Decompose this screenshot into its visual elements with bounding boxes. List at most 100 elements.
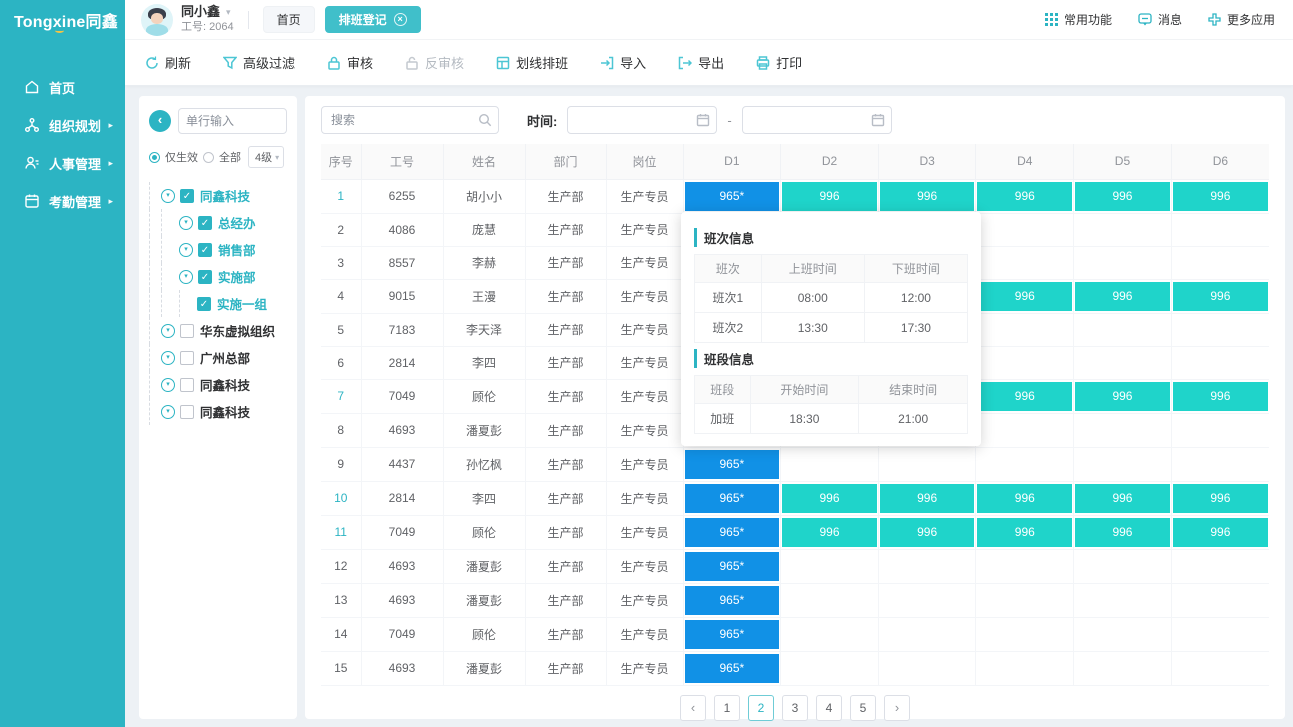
page-button-2[interactable]: 2 <box>748 695 774 721</box>
sidebar-item-考勤管理[interactable]: 考勤管理▸ <box>0 182 125 220</box>
shift-cell[interactable]: 965* <box>685 182 780 211</box>
shift-cell[interactable]: 965* <box>685 450 780 479</box>
cell-day-d3: 996 <box>878 515 976 549</box>
advanced-filter-button[interactable]: 高级过滤 <box>223 53 295 72</box>
shift-cell[interactable]: 996 <box>977 382 1072 411</box>
shift-cell[interactable]: 965* <box>685 654 780 683</box>
shift-cell[interactable]: 965* <box>685 518 780 547</box>
sidebar-item-人事管理[interactable]: 人事管理▸ <box>0 144 125 182</box>
shift-cell[interactable]: 996 <box>1173 182 1268 211</box>
tab-home[interactable]: 首页 <box>263 6 315 33</box>
collapse-panel-button[interactable]: ‹ <box>149 110 171 132</box>
shift-cell[interactable]: 996 <box>977 484 1072 513</box>
next-page-button[interactable]: › <box>884 695 910 721</box>
line-scheduling-button[interactable]: 划线排班 <box>496 53 568 72</box>
tree-expander-icon[interactable]: ▾ <box>161 351 175 365</box>
shift-cell[interactable]: 996 <box>977 182 1072 211</box>
tree-node[interactable]: ✓实施一组 <box>149 290 287 317</box>
prev-page-button[interactable]: ‹ <box>680 695 706 721</box>
tree-guide-line <box>149 371 158 398</box>
shift-cell[interactable]: 996 <box>1075 518 1170 547</box>
cell-day-d2 <box>781 583 879 617</box>
tree-expander-icon[interactable]: ▾ <box>161 405 175 419</box>
shift-cell[interactable]: 996 <box>1173 382 1268 411</box>
tree-node[interactable]: ▾✓总经办 <box>149 209 287 236</box>
print-button[interactable]: 打印 <box>756 53 802 72</box>
cell-day-d2 <box>781 651 879 685</box>
reverse-audit-button[interactable]: 反审核 <box>405 53 464 72</box>
tree-checkbox[interactable] <box>180 405 194 419</box>
tree-expander-icon[interactable]: ▾ <box>161 378 175 392</box>
user-menu-caret-icon[interactable]: ▾ <box>226 7 231 18</box>
tree-expander-icon[interactable]: ▾ <box>179 243 193 257</box>
tree-checkbox[interactable] <box>180 378 194 392</box>
tab-shift-register[interactable]: 排班登记 × <box>325 6 421 33</box>
tree-checkbox[interactable]: ✓ <box>198 243 212 257</box>
shift-cell[interactable]: 996 <box>880 182 975 211</box>
import-button[interactable]: 导入 <box>600 53 646 72</box>
page-button-5[interactable]: 5 <box>850 695 876 721</box>
tree-node[interactable]: ▾✓同鑫科技 <box>149 182 287 209</box>
search-input[interactable] <box>321 106 499 134</box>
shift-cell[interactable]: 996 <box>880 518 975 547</box>
page-button-1[interactable]: 1 <box>714 695 740 721</box>
tree-node[interactable]: ▾✓实施部 <box>149 263 287 290</box>
tree-search-input[interactable] <box>178 108 287 134</box>
shift-cell[interactable]: 996 <box>880 484 975 513</box>
shift-cell[interactable]: 965* <box>685 586 780 615</box>
people-icon <box>24 155 40 171</box>
radio-all[interactable] <box>203 152 214 163</box>
audit-button[interactable]: 审核 <box>327 53 373 72</box>
shift-cell[interactable]: 965* <box>685 484 780 513</box>
export-button[interactable]: 导出 <box>678 53 724 72</box>
shift-cell[interactable]: 996 <box>782 484 877 513</box>
tree-expander-icon[interactable]: ▾ <box>161 324 175 338</box>
tree-expander-icon[interactable]: ▾ <box>179 270 193 284</box>
refresh-button[interactable]: 刷新 <box>145 53 191 72</box>
shift-cell[interactable]: 965* <box>685 552 780 581</box>
sidebar-item-label: 首页 <box>49 78 75 97</box>
shift-cell[interactable]: 965* <box>685 620 780 649</box>
close-icon[interactable]: × <box>394 13 407 26</box>
shift-cell[interactable]: 996 <box>1173 282 1268 311</box>
tree-checkbox[interactable]: ✓ <box>180 189 194 203</box>
level-select[interactable]: 4级 ▾ <box>248 146 284 168</box>
tree-checkbox[interactable] <box>180 324 194 338</box>
shift-cell[interactable]: 996 <box>1075 484 1170 513</box>
tree-checkbox[interactable] <box>180 351 194 365</box>
shift-cell[interactable]: 996 <box>1173 484 1268 513</box>
sidebar-item-组织规划[interactable]: 组织规划▸ <box>0 106 125 144</box>
date-end-input[interactable] <box>742 106 892 134</box>
messages-button[interactable]: 消息 <box>1138 11 1182 28</box>
shift-cell[interactable]: 996 <box>977 518 1072 547</box>
cell-dept: 生产部 <box>525 515 606 549</box>
shift-cell[interactable]: 996 <box>1173 518 1268 547</box>
shift-cell[interactable]: 996 <box>1075 182 1170 211</box>
radio-active-only[interactable] <box>149 152 160 163</box>
more-apps-button[interactable]: 更多应用 <box>1208 11 1275 28</box>
popup-cell: 17:30 <box>864 313 967 343</box>
tree-expander-icon[interactable]: ▾ <box>179 216 193 230</box>
audit-label: 审核 <box>347 53 373 72</box>
tree-checkbox[interactable]: ✓ <box>198 270 212 284</box>
tree-node[interactable]: ▾✓销售部 <box>149 236 287 263</box>
page-button-3[interactable]: 3 <box>782 695 808 721</box>
tree-guide-line <box>161 236 179 263</box>
shift-cell[interactable]: 996 <box>782 518 877 547</box>
shift-cell[interactable]: 996 <box>977 282 1072 311</box>
radio-active-only-label: 仅生效 <box>165 149 198 165</box>
tree-node[interactable]: ▾华东虚拟组织 <box>149 317 287 344</box>
tree-node[interactable]: ▾广州总部 <box>149 344 287 371</box>
shift-cell[interactable]: 996 <box>1075 282 1170 311</box>
tree-node[interactable]: ▾同鑫科技 <box>149 371 287 398</box>
tree-expander-icon[interactable]: ▾ <box>161 189 175 203</box>
tree-checkbox[interactable]: ✓ <box>198 216 212 230</box>
common-functions-button[interactable]: 常用功能 <box>1045 11 1112 28</box>
tree-checkbox[interactable]: ✓ <box>197 297 211 311</box>
page-button-4[interactable]: 4 <box>816 695 842 721</box>
shift-cell[interactable]: 996 <box>1075 382 1170 411</box>
tree-node[interactable]: ▾同鑫科技 <box>149 398 287 425</box>
sidebar-item-首页[interactable]: 首页 <box>0 68 125 106</box>
date-start-input[interactable] <box>567 106 717 134</box>
shift-cell[interactable]: 996 <box>782 182 877 211</box>
